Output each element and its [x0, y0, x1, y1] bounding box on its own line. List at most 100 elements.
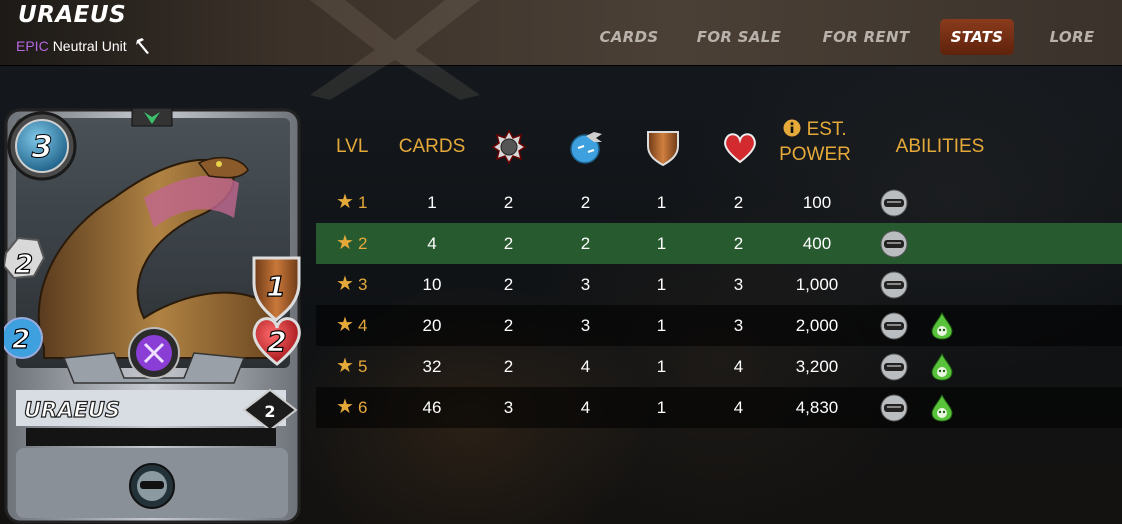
blind-icon[interactable] — [880, 353, 908, 381]
unit-type-label: Neutral Unit — [52, 38, 127, 54]
card-melee: 2 — [15, 250, 33, 280]
table-header: LVL CARDS EST. POWER ABILITIES — [316, 112, 1122, 182]
card-subtitle: EPIC Neutral Unit — [16, 37, 151, 55]
row-cards: 46 — [422, 398, 442, 417]
blind-icon[interactable] — [880, 312, 908, 340]
card-speed: 2 — [12, 325, 30, 355]
header-est-label: EST. — [806, 119, 847, 140]
row-melee: 3 — [503, 398, 514, 417]
table-row: ★ 2 4 2 2 1 2 400 — [316, 223, 1122, 264]
melee-attack-icon — [135, 38, 149, 54]
table-row: ★ 6 46 3 4 1 4 4,830 — [316, 387, 1122, 428]
row-melee: 2 — [503, 316, 514, 335]
row-level-value: 3 — [357, 275, 368, 294]
row-power: 1,000 — [795, 275, 839, 294]
row-cards: 20 — [422, 316, 442, 335]
table-body: ★ 1 1 2 2 1 2 100 ★ 2 4 2 2 1 2 400 ★ 3 10 2 3 1 3 1,000 ★ 4 20 2 3 1… — [316, 182, 1122, 428]
star-icon: ★ — [336, 314, 354, 336]
row-health: 3 — [733, 316, 744, 335]
row-level-value: 4 — [357, 316, 368, 335]
card-mana: 3 — [32, 130, 53, 165]
row-level: ★ 2 — [336, 223, 386, 264]
row-cards: 4 — [427, 234, 437, 253]
table-row: ★ 1 1 2 2 1 2 100 — [316, 182, 1122, 223]
speed-icon — [570, 132, 602, 164]
card-name: URAEUS — [24, 398, 120, 422]
row-power: 400 — [802, 234, 832, 253]
row-armor: 1 — [656, 398, 667, 417]
row-health: 3 — [733, 275, 744, 294]
header-bar: URAEUS EPIC Neutral Unit CARDS FOR SALE FO… — [0, 0, 1122, 100]
row-armor: 1 — [656, 275, 667, 294]
row-melee: 2 — [503, 234, 514, 253]
info-icon[interactable] — [783, 119, 801, 137]
row-melee: 2 — [503, 193, 514, 212]
row-level: ★ 6 — [336, 387, 386, 428]
row-power: 3,200 — [795, 357, 839, 376]
row-level-value: 1 — [357, 193, 368, 212]
nav-tabs: CARDS FOR SALE FOR RENT STATS LORE — [584, 19, 1122, 55]
row-speed: 4 — [580, 357, 591, 376]
stats-table: LVL CARDS EST. POWER ABILITIES ★ 1 1 2 2… — [316, 112, 1122, 428]
row-armor: 1 — [656, 357, 667, 376]
star-icon: ★ — [336, 355, 354, 377]
row-health: 4 — [733, 357, 744, 376]
row-armor: 1 — [656, 316, 667, 335]
page-title: URAEUS — [18, 2, 127, 28]
tab-for-sale[interactable]: FOR SALE — [674, 19, 804, 55]
row-level: ★ 4 — [336, 305, 386, 346]
row-cards: 1 — [427, 193, 437, 212]
row-level-value: 6 — [357, 398, 368, 417]
row-armor: 1 — [656, 234, 667, 253]
poison-icon[interactable] — [928, 311, 956, 340]
table-row: ★ 5 32 2 4 1 4 3,200 — [316, 346, 1122, 387]
tab-for-rent[interactable]: FOR RENT — [804, 19, 928, 55]
rarity-label: EPIC — [16, 38, 49, 54]
row-level: ★ 5 — [336, 346, 386, 387]
melee-attack-icon — [492, 130, 526, 164]
header-est-power: EST. POWER — [774, 117, 856, 167]
row-level-value: 5 — [357, 357, 368, 376]
row-melee: 2 — [503, 275, 514, 294]
row-health: 2 — [733, 193, 744, 212]
table-row: ★ 3 10 2 3 1 3 1,000 — [316, 264, 1122, 305]
tab-lore[interactable]: LORE — [1022, 19, 1122, 55]
row-health: 4 — [733, 398, 744, 417]
row-cards: 32 — [422, 357, 442, 376]
header-lvl: LVL — [336, 136, 369, 157]
row-power: 4,830 — [795, 398, 839, 417]
row-health: 2 — [733, 234, 744, 253]
card-level: 2 — [264, 402, 275, 421]
row-speed: 4 — [580, 398, 591, 417]
blind-icon[interactable] — [880, 230, 908, 258]
header-emblem-icon — [310, 0, 480, 100]
poison-icon[interactable] — [928, 352, 956, 381]
card-health: 2 — [267, 325, 286, 358]
row-melee: 2 — [503, 357, 514, 376]
tab-cards[interactable]: CARDS — [584, 19, 674, 55]
blind-icon[interactable] — [880, 271, 908, 299]
table-row: ★ 4 20 2 3 1 3 2,000 — [316, 305, 1122, 346]
row-speed: 3 — [580, 316, 591, 335]
blind-icon[interactable] — [880, 394, 908, 422]
row-level-value: 2 — [357, 234, 368, 253]
row-level: ★ 3 — [336, 264, 386, 305]
health-heart-icon — [724, 133, 756, 164]
row-speed: 2 — [580, 193, 591, 212]
blind-icon[interactable] — [880, 189, 908, 217]
header-abilities: ABILITIES — [895, 136, 985, 157]
card-armor: 1 — [266, 270, 285, 303]
row-cards: 10 — [422, 275, 442, 294]
star-icon: ★ — [336, 191, 354, 213]
tab-stats[interactable]: STATS — [940, 19, 1014, 55]
armor-shield-icon — [647, 131, 679, 166]
poison-icon[interactable] — [928, 393, 956, 422]
star-icon: ★ — [336, 396, 354, 418]
star-icon: ★ — [336, 232, 354, 254]
header-cards: CARDS — [398, 136, 466, 157]
row-armor: 1 — [656, 193, 667, 212]
header-power-label: POWER — [779, 144, 851, 165]
row-speed: 3 — [580, 275, 591, 294]
card-image: 3 2 2 1 2 URAEUS 2 — [4, 108, 301, 524]
row-level: ★ 1 — [336, 182, 386, 223]
